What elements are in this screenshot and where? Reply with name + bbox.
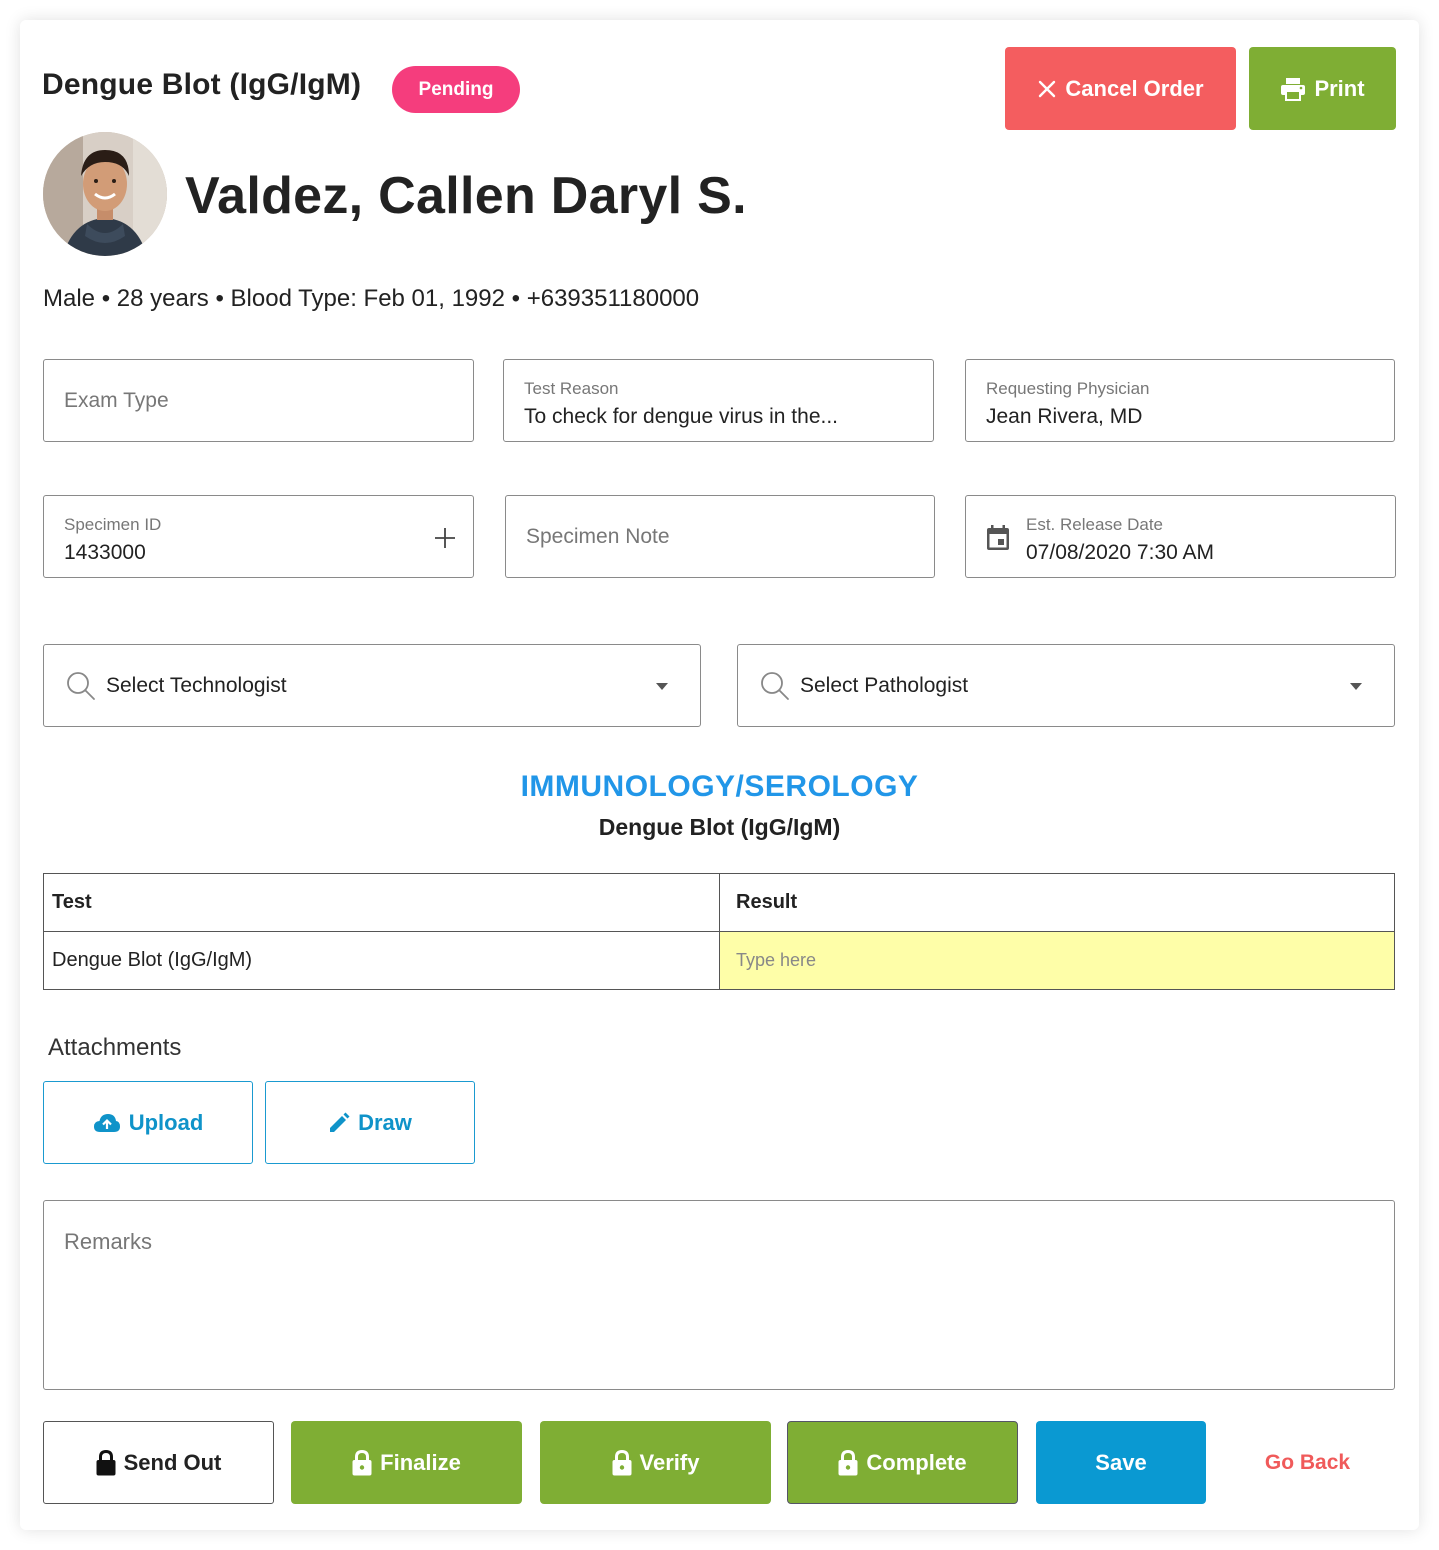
cancel-order-button[interactable]: Cancel Order — [1005, 47, 1236, 130]
specimen-note-field[interactable]: Specimen Note — [505, 495, 935, 578]
verify-button[interactable]: Verify — [540, 1421, 771, 1504]
draw-button[interactable]: Draw — [265, 1081, 475, 1164]
release-date-field[interactable]: Est. Release Date 07/08/2020 7:30 AM — [965, 495, 1396, 578]
specimen-id-value: 1433000 — [64, 541, 146, 564]
cloud-upload-icon — [93, 1113, 120, 1132]
pathologist-select-text: Select Pathologist — [800, 673, 969, 697]
technologist-select-text: Select Technologist — [106, 673, 287, 697]
verify-label: Verify — [639, 1449, 700, 1475]
plus-icon[interactable] — [434, 527, 456, 549]
go-back-label: Go Back — [1264, 1450, 1351, 1474]
chevron-down-icon — [1350, 683, 1362, 690]
column-header-result: Result — [719, 873, 1395, 932]
status-badge: Pending — [392, 66, 520, 113]
save-button[interactable]: Save — [1036, 1421, 1206, 1504]
test-reason-label: Test Reason — [524, 379, 619, 398]
exam-title: Dengue Blot (IgG/IgM) — [42, 68, 362, 101]
chevron-down-icon — [656, 683, 668, 690]
release-date-label: Est. Release Date — [1026, 515, 1164, 534]
attachments-label: Attachments — [48, 1034, 182, 1061]
finalize-label: Finalize — [380, 1449, 461, 1475]
upload-button[interactable]: Upload — [43, 1081, 253, 1164]
specimen-id-field[interactable]: Specimen ID 1433000 — [43, 495, 474, 578]
send-out-button[interactable]: Send Out — [43, 1421, 274, 1504]
draw-label: Draw — [358, 1109, 412, 1135]
upload-label: Upload — [128, 1109, 204, 1135]
specimen-id-label: Specimen ID — [64, 515, 162, 534]
remarks-textarea[interactable]: Remarks — [43, 1200, 1395, 1390]
lock-icon — [96, 1449, 116, 1475]
requesting-physician-field[interactable]: Requesting Physician Jean Rivera, MD — [965, 359, 1395, 442]
search-icon — [761, 672, 789, 700]
results-table: Test Result Dengue Blot (IgG/IgM) Type h… — [43, 873, 1395, 990]
close-icon — [1039, 80, 1056, 97]
table-header-row: Test Result — [43, 873, 1395, 932]
calendar-icon — [987, 525, 1009, 550]
exam-type-placeholder: Exam Type — [64, 388, 169, 412]
table-row: Dengue Blot (IgG/IgM) Type here — [43, 931, 1395, 990]
go-back-link[interactable]: Go Back — [1225, 1421, 1390, 1504]
test-reason-value: To check for dengue virus in the... — [524, 405, 839, 428]
specimen-note-placeholder: Specimen Note — [526, 524, 670, 548]
patient-meta: Male • 28 years • Blood Type: Feb 01, 19… — [43, 285, 700, 312]
pencil-icon — [330, 1112, 350, 1132]
test-name-cell: Dengue Blot (IgG/IgM) — [43, 931, 720, 990]
technologist-select[interactable]: Select Technologist — [43, 644, 701, 727]
printer-icon — [1281, 77, 1306, 101]
pathologist-select[interactable]: Select Pathologist — [737, 644, 1395, 727]
send-out-label: Send Out — [123, 1449, 222, 1475]
test-reason-field[interactable]: Test Reason To check for dengue virus in… — [503, 359, 934, 442]
requesting-physician-value: Jean Rivera, MD — [986, 405, 1143, 428]
result-input[interactable]: Type here — [719, 931, 1395, 990]
lock-icon — [838, 1449, 858, 1475]
remarks-placeholder: Remarks — [64, 1229, 153, 1254]
lock-icon — [612, 1449, 632, 1475]
search-icon — [67, 672, 95, 700]
lock-icon — [352, 1449, 372, 1475]
patient-avatar — [43, 132, 167, 256]
patient-name: Valdez, Callen Daryl S. — [185, 167, 747, 225]
print-button[interactable]: Print — [1249, 47, 1396, 130]
requesting-physician-label: Requesting Physician — [986, 379, 1150, 398]
cancel-order-label: Cancel Order — [1065, 75, 1204, 101]
complete-label: Complete — [866, 1449, 967, 1475]
section-title: IMMUNOLOGY/SEROLOGY — [520, 770, 919, 803]
release-date-value: 07/08/2020 7:30 AM — [1026, 541, 1214, 564]
finalize-button[interactable]: Finalize — [291, 1421, 522, 1504]
print-label: Print — [1314, 75, 1365, 101]
save-label: Save — [1095, 1449, 1147, 1475]
exam-type-field[interactable]: Exam Type — [43, 359, 474, 442]
result-placeholder: Type here — [736, 950, 817, 970]
complete-button[interactable]: Complete — [787, 1421, 1018, 1504]
section-subtitle: Dengue Blot (IgG/IgM) — [598, 814, 841, 840]
column-header-test: Test — [43, 873, 720, 932]
